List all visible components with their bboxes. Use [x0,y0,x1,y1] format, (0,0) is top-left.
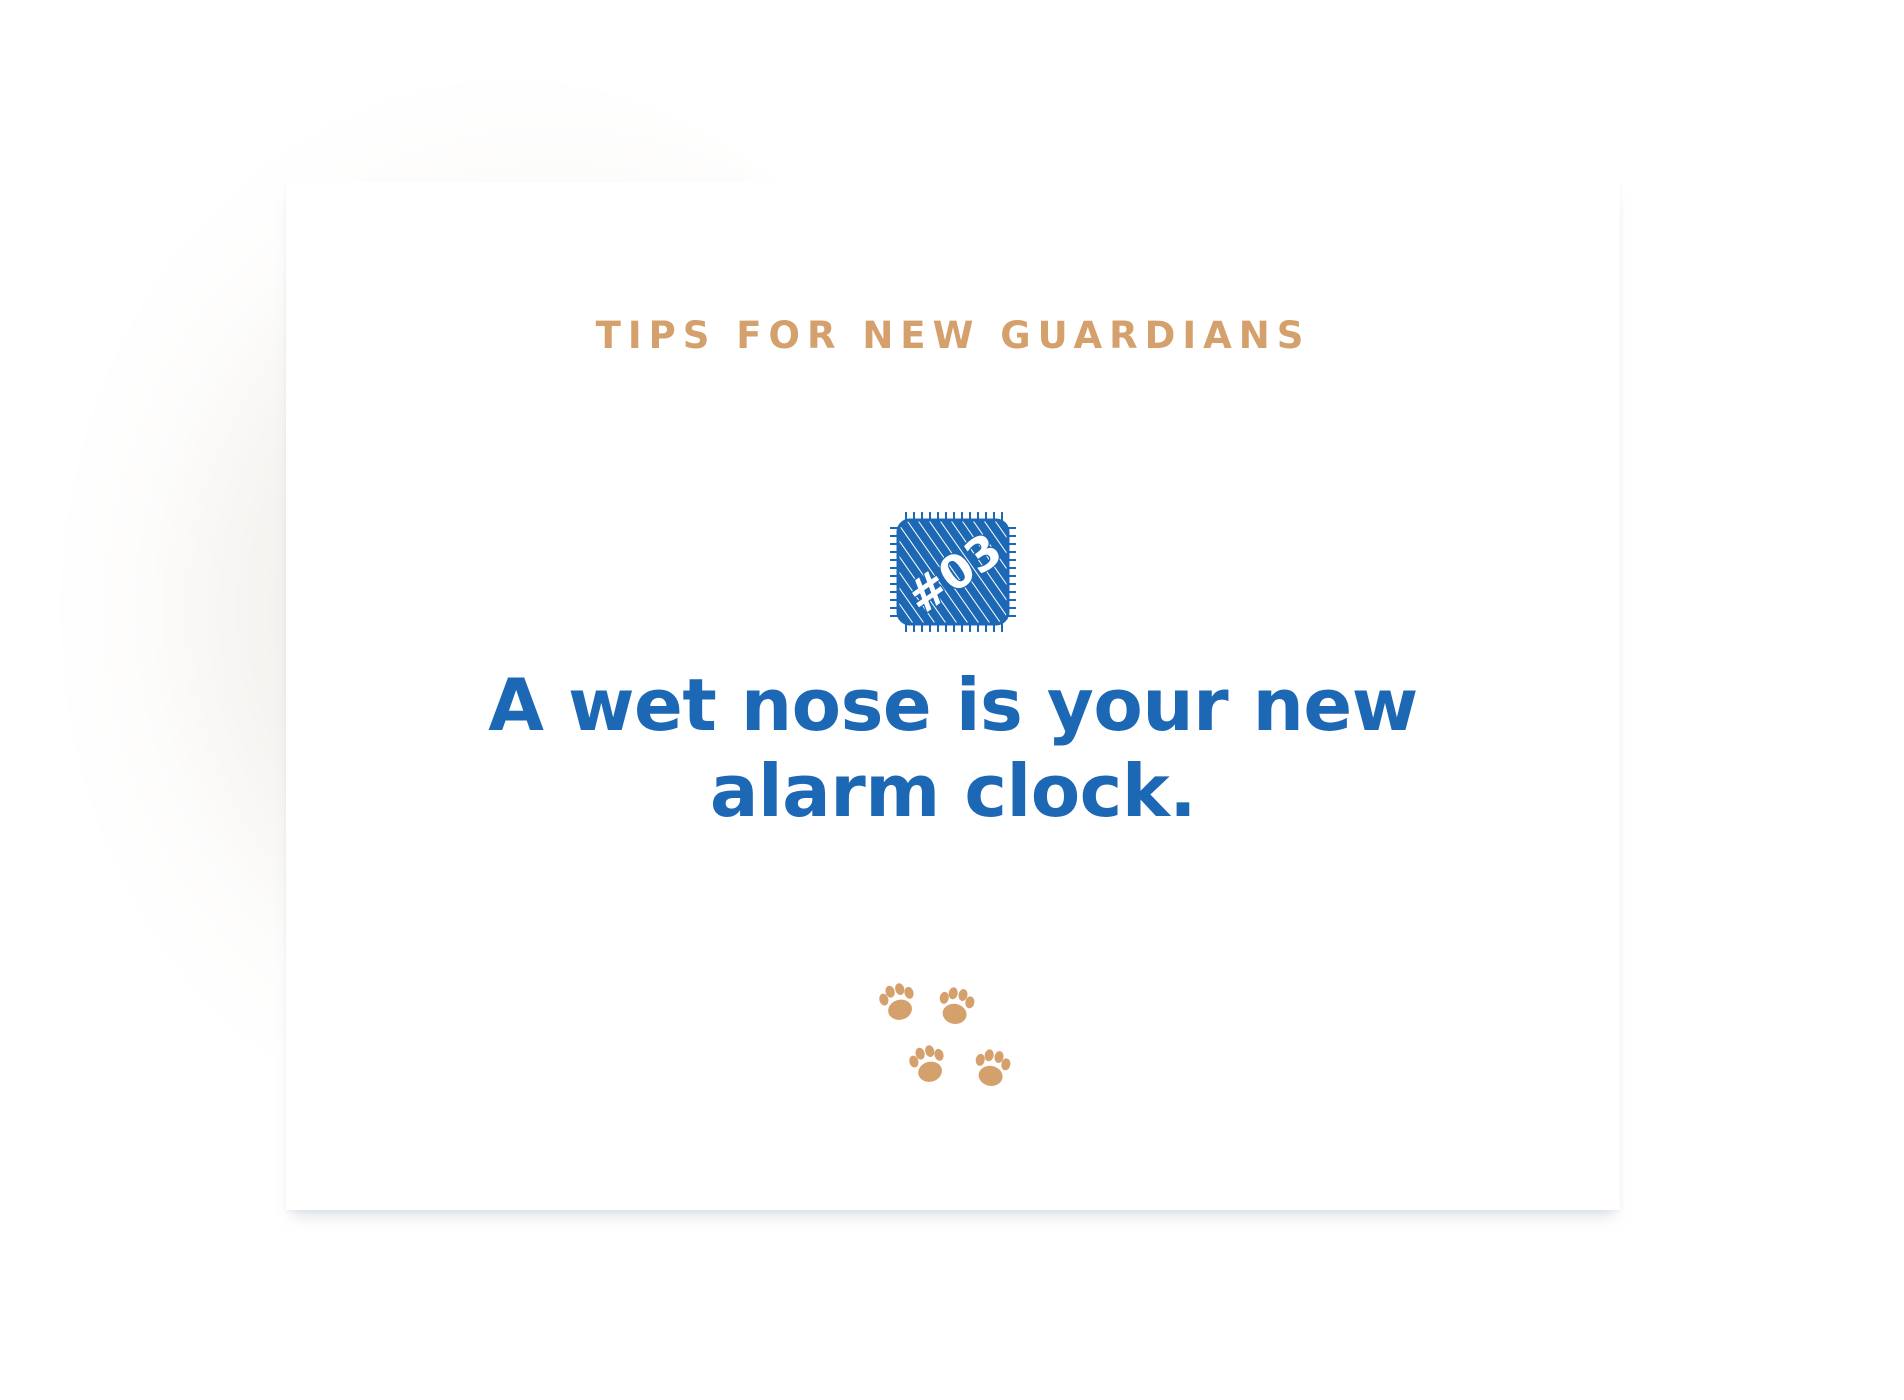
headline-line-2: alarm clock. [709,749,1197,833]
tip-card: TIPS FOR NEW GUARDIANS #03 A wet nose is… [286,182,1620,1210]
tip-number-badge-icon: #03 [890,512,1016,632]
paw-print-1 [876,980,920,1024]
tip-headline: A wet nose is your new alarm clock. [286,662,1620,834]
stage: TIPS FOR NEW GUARDIANS #03 A wet nose is… [0,0,1904,1400]
headline-line-1: A wet nose is your new [488,663,1418,747]
paw-print-2 [935,985,977,1027]
paw-prints-icon [876,980,1013,1089]
paw-print-4 [971,1047,1013,1089]
card-eyebrow-title: TIPS FOR NEW GUARDIANS [595,314,1311,357]
paw-print-3 [906,1042,950,1086]
